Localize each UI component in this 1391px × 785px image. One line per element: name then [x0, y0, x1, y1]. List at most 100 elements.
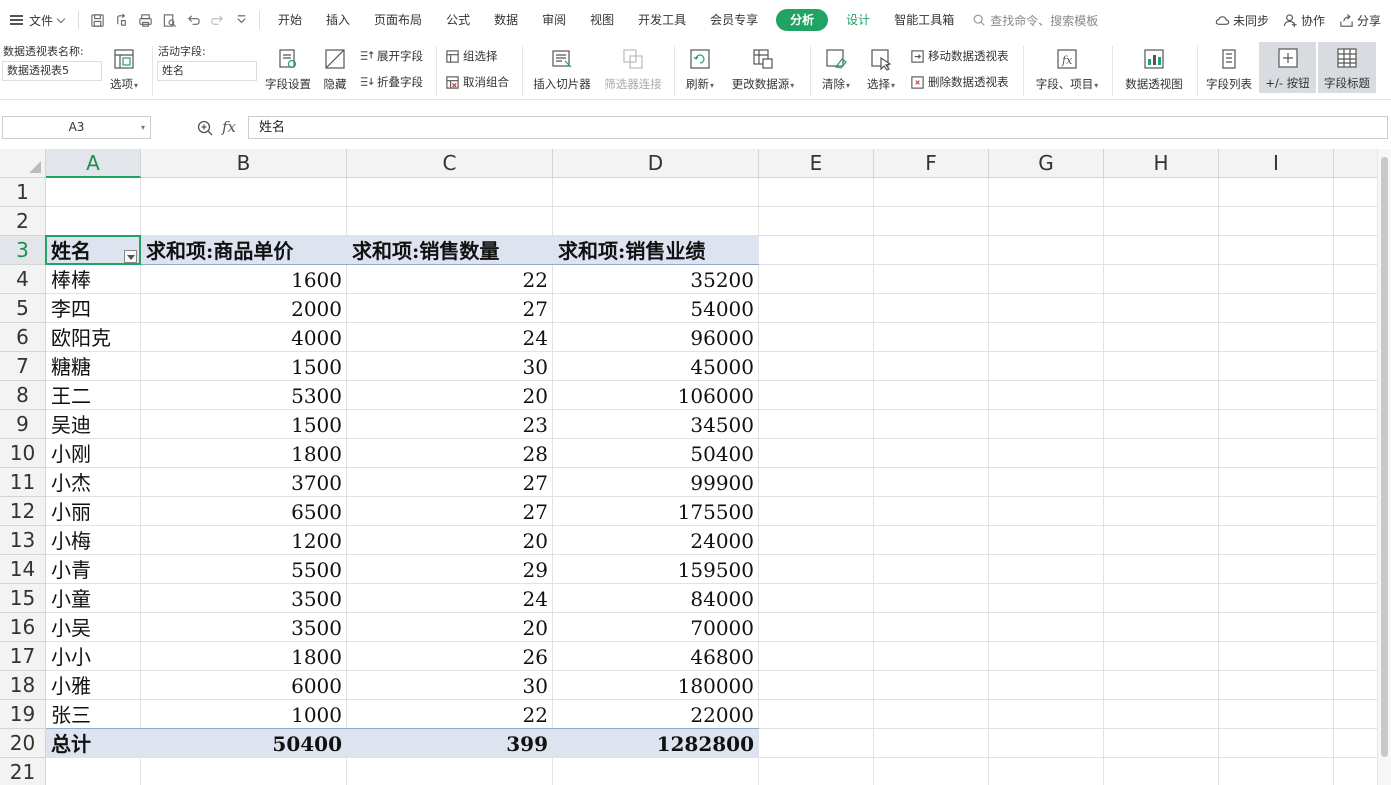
pivot-total-value[interactable]: 399 — [347, 731, 548, 758]
pivot-value-cell[interactable]: 27 — [347, 499, 548, 526]
row-header-12[interactable]: 12 — [0, 497, 46, 526]
formula-input[interactable]: 姓名 — [248, 116, 1388, 139]
pivot-value-cell[interactable]: 20 — [347, 383, 548, 410]
pivot-value-cell[interactable]: 1500 — [141, 412, 342, 439]
pivot-value-cell[interactable]: 96000 — [553, 325, 754, 352]
command-search[interactable]: 查找命令、搜索模板 — [972, 12, 1098, 29]
pivot-value-cell[interactable]: 3700 — [141, 470, 342, 497]
file-menu[interactable]: 文件 — [0, 0, 72, 40]
row-header-2[interactable]: 2 — [0, 207, 46, 236]
clear-button[interactable]: 清除 — [817, 44, 855, 92]
pivot-row-label[interactable]: 小杰 — [51, 470, 141, 497]
row-header-13[interactable]: 13 — [0, 526, 46, 555]
name-box[interactable]: A3 ▾ — [2, 116, 151, 139]
pivot-value-cell[interactable]: 27 — [347, 470, 548, 497]
row-header-5[interactable]: 5 — [0, 294, 46, 323]
pivot-value-cell[interactable]: 1800 — [141, 644, 342, 671]
pivot-value-cell[interactable]: 159500 — [553, 557, 754, 584]
pivot-value-cell[interactable]: 1000 — [141, 702, 342, 729]
row-header-10[interactable]: 10 — [0, 439, 46, 468]
pivot-row-label[interactable]: 王二 — [51, 383, 141, 410]
tab-design[interactable]: 设计 — [834, 0, 882, 40]
column-header-g[interactable]: G — [989, 149, 1104, 178]
pivot-header-cell[interactable]: 求和项:销售业绩 — [558, 238, 759, 265]
pivot-value-cell[interactable]: 28 — [347, 441, 548, 468]
row-header-6[interactable]: 6 — [0, 323, 46, 352]
pivot-value-cell[interactable]: 35200 — [553, 267, 754, 294]
pivot-header-cell[interactable]: 求和项:销售数量 — [352, 238, 553, 265]
row-header-17[interactable]: 17 — [0, 642, 46, 671]
cloud-save-button[interactable] — [109, 8, 133, 32]
pivot-value-cell[interactable]: 24 — [347, 325, 548, 352]
change-data-source-button[interactable]: 更改数据源 — [726, 44, 800, 92]
pivot-value-cell[interactable]: 20 — [347, 615, 548, 642]
expand-field-button[interactable]: 展开字段 — [358, 48, 423, 64]
pivot-value-cell[interactable]: 45000 — [553, 354, 754, 381]
row-header-4[interactable]: 4 — [0, 265, 46, 294]
pivot-value-cell[interactable]: 70000 — [553, 615, 754, 642]
pivot-value-cell[interactable]: 2000 — [141, 296, 342, 323]
tab-page-layout[interactable]: 页面布局 — [362, 0, 434, 40]
pivot-row-label[interactable]: 小小 — [51, 644, 141, 671]
scrollbar-thumb[interactable] — [1381, 157, 1388, 757]
pivot-value-cell[interactable]: 34500 — [553, 412, 754, 439]
pivot-value-cell[interactable]: 84000 — [553, 586, 754, 613]
ungroup-button[interactable]: 取消组合 — [444, 74, 509, 90]
pivot-total-value[interactable]: 50400 — [141, 731, 342, 758]
plus-minus-buttons-toggle[interactable]: +/- 按钮 — [1259, 42, 1316, 93]
pivot-value-cell[interactable]: 6000 — [141, 673, 342, 700]
pivot-value-cell[interactable]: 22 — [347, 702, 548, 729]
pivot-row-label[interactable]: 小雅 — [51, 673, 141, 700]
column-header-f[interactable]: F — [874, 149, 989, 178]
sync-status-button[interactable]: 未同步 — [1215, 12, 1269, 29]
save-button[interactable] — [85, 8, 109, 32]
row-header-18[interactable]: 18 — [0, 671, 46, 700]
redo-button[interactable] — [205, 8, 229, 32]
tab-developer[interactable]: 开发工具 — [626, 0, 698, 40]
pivot-row-label[interactable]: 糖糖 — [51, 354, 141, 381]
fields-items-button[interactable]: fx 字段、项目 — [1030, 44, 1104, 92]
insert-slicer-button[interactable]: 插入切片器 — [530, 44, 594, 92]
tab-member[interactable]: 会员专享 — [698, 0, 770, 40]
column-header-a[interactable]: A — [46, 149, 141, 178]
pivot-value-cell[interactable]: 175500 — [553, 499, 754, 526]
select-button[interactable]: 选择 — [862, 44, 900, 92]
row-header-16[interactable]: 16 — [0, 613, 46, 642]
pivot-row-label[interactable]: 吴迪 — [51, 412, 141, 439]
field-headers-toggle[interactable]: 字段标题 — [1318, 42, 1376, 93]
row-header-15[interactable]: 15 — [0, 584, 46, 613]
pivot-value-cell[interactable]: 24000 — [553, 528, 754, 555]
pivot-value-cell[interactable]: 4000 — [141, 325, 342, 352]
pivot-name-input[interactable]: 数据透视表5 — [2, 61, 102, 81]
row-header-9[interactable]: 9 — [0, 410, 46, 439]
refresh-button[interactable]: 刷新 — [681, 44, 719, 92]
delete-pivot-button[interactable]: 删除数据透视表 — [909, 74, 1009, 90]
pivot-value-cell[interactable]: 29 — [347, 557, 548, 584]
column-header-d[interactable]: D — [553, 149, 759, 178]
pivot-value-cell[interactable]: 1600 — [141, 267, 342, 294]
select-all-corner[interactable] — [0, 149, 46, 178]
move-pivot-button[interactable]: 移动数据透视表 — [909, 48, 1009, 64]
column-header-i[interactable]: I — [1219, 149, 1334, 178]
pivot-value-cell[interactable]: 26 — [347, 644, 548, 671]
tab-insert[interactable]: 插入 — [314, 0, 362, 40]
column-header-b[interactable]: B — [141, 149, 347, 178]
pivot-value-cell[interactable]: 5500 — [141, 557, 342, 584]
pivot-total-label[interactable]: 总计 — [51, 731, 141, 758]
field-list-button[interactable]: 字段列表 — [1202, 44, 1256, 92]
pivot-row-label[interactable]: 小童 — [51, 586, 141, 613]
spreadsheet-grid[interactable]: ABCDEFGHI 1 2 3 4 5 6 7 8 9 10 11 12 13 14 15 16 17 18 19 2… — [0, 149, 1391, 785]
pivot-value-cell[interactable]: 54000 — [553, 296, 754, 323]
row-header-8[interactable]: 8 — [0, 381, 46, 410]
tab-data[interactable]: 数据 — [482, 0, 530, 40]
pivot-value-cell[interactable]: 27 — [347, 296, 548, 323]
column-header-h[interactable]: H — [1104, 149, 1219, 178]
pivot-value-cell[interactable]: 30 — [347, 673, 548, 700]
pivot-value-cell[interactable]: 3500 — [141, 615, 342, 642]
pivot-value-cell[interactable]: 5300 — [141, 383, 342, 410]
pivot-value-cell[interactable]: 22 — [347, 267, 548, 294]
column-header-c[interactable]: C — [347, 149, 553, 178]
group-selection-button[interactable]: 组选择 — [444, 48, 498, 64]
pivot-row-label[interactable]: 小吴 — [51, 615, 141, 642]
tab-formulas[interactable]: 公式 — [434, 0, 482, 40]
